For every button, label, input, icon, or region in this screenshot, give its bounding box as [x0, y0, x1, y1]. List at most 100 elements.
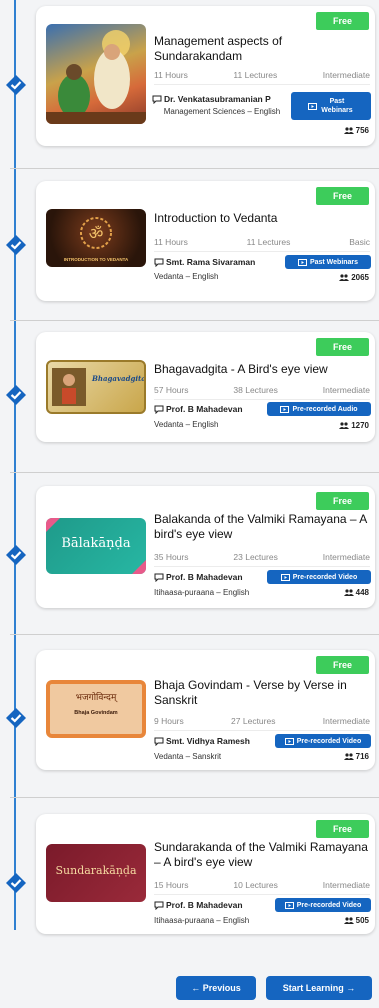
users-icon [339, 274, 350, 281]
check-icon [6, 873, 26, 893]
level: Basic [349, 237, 370, 247]
course-thumbnail: Bhagavadgita [46, 360, 146, 414]
timeline-line [14, 0, 16, 930]
author: Smt. Vidhya Ramesh [154, 736, 250, 746]
category: Itihaasa-puraana – English [154, 916, 250, 925]
category: Itihaasa-puraana – English [154, 588, 250, 597]
course-type-button[interactable]: Pre-recorded Video [275, 734, 371, 748]
chat-icon [154, 573, 164, 582]
course-meta: 11 Hours 11 Lectures Intermediate [154, 70, 370, 85]
level: Intermediate [322, 716, 370, 726]
lectures: 11 Lectures [233, 70, 278, 80]
free-badge: Free [315, 492, 369, 510]
course-thumbnail: भजगोविन्दम् Bhaja Govindam [46, 680, 146, 738]
divider [10, 320, 379, 321]
divider [10, 634, 379, 635]
course-card[interactable]: Sundarakāṇḍa Free Sundarakanda of the Va… [36, 814, 375, 934]
start-learning-button[interactable]: Start Learning → [266, 976, 372, 1000]
course-title[interactable]: Bhaja Govindam - Verse by Verse in Sansk… [154, 678, 370, 708]
author: Prof. B Mahadevan [154, 572, 243, 582]
users-icon [343, 589, 354, 596]
course-type-button[interactable]: Past Webinars [291, 92, 371, 120]
category: Vedanta – English [154, 272, 219, 281]
course-type-button[interactable]: Pre-recorded Video [267, 570, 371, 584]
author-name: Dr. Venkatasubramanian P [164, 94, 271, 104]
course-card[interactable]: Free Management aspects of Sundarakandam… [36, 6, 375, 146]
free-badge: Free [315, 656, 369, 674]
video-icon [280, 573, 290, 581]
course-meta: 9 Hours 27 Lectures Intermediate [154, 716, 370, 731]
users-icon [343, 753, 354, 760]
enrolled-count: 448 [343, 588, 369, 597]
level: Intermediate [322, 70, 370, 80]
course-meta: 11 Hours 11 Lectures Basic [154, 237, 370, 252]
thumbnail-caption: INTRODUCTION TO VEDANTA [63, 257, 129, 262]
author: Dr. Venkatasubramanian P [152, 94, 271, 104]
lectures: 27 Lectures [231, 716, 276, 726]
author-name: Prof. B Mahadevan [166, 900, 243, 910]
course-card[interactable]: Bhagavadgita Free Bhagavadgita - A Bird'… [36, 332, 375, 442]
course-type-button[interactable]: Pre-recorded Video [275, 898, 371, 912]
author-name: Smt. Vidhya Ramesh [166, 736, 250, 746]
thumbnail-caption: Sundarakāṇḍa [55, 864, 137, 877]
hours: 11 Hours [154, 237, 188, 247]
course-card[interactable]: ॐ INTRODUCTION TO VEDANTA Free Introduct… [36, 181, 375, 301]
hours: 11 Hours [154, 70, 188, 80]
course-title[interactable]: Management aspects of Sundarakandam [154, 34, 370, 64]
course-type-button[interactable]: Pre-recorded Audio [267, 402, 371, 416]
users-icon [339, 422, 350, 429]
enrolled-count: 756 [343, 126, 369, 135]
divider [10, 472, 379, 473]
enrolled-count: 716 [343, 752, 369, 761]
thumbnail-caption: Bālakāṇḍa [61, 536, 131, 551]
author-name: Prof. B Mahadevan [166, 404, 243, 414]
course-card[interactable]: Bālakāṇḍa Free Balakanda of the Valmiki … [36, 486, 375, 608]
course-meta: 57 Hours 38 Lectures Intermediate [154, 385, 370, 400]
level: Intermediate [322, 880, 370, 890]
check-icon [6, 708, 26, 728]
course-title[interactable]: Bhagavadgita - A Bird's eye view [154, 362, 370, 377]
hours: 35 Hours [154, 552, 189, 562]
thumbnail-caption: भजगोविन्दम् [75, 693, 117, 703]
lectures: 11 Lectures [246, 237, 291, 247]
divider [10, 797, 379, 798]
level: Intermediate [322, 385, 370, 395]
free-badge: Free [315, 187, 369, 205]
check-icon [6, 385, 26, 405]
author: Prof. B Mahadevan [154, 900, 243, 910]
enrolled-count: 2065 [339, 273, 369, 282]
chat-icon [154, 405, 164, 414]
course-type-button[interactable]: Past Webinars [285, 255, 371, 269]
chat-icon [152, 95, 162, 104]
users-icon [343, 127, 354, 134]
hours: 9 Hours [154, 716, 184, 726]
author: Prof. B Mahadevan [154, 404, 243, 414]
course-title[interactable]: Introduction to Vedanta [154, 211, 370, 226]
lectures: 10 Lectures [233, 880, 278, 890]
free-badge: Free [315, 338, 369, 356]
previous-button[interactable]: ← Previous [176, 976, 256, 1000]
video-icon [284, 901, 294, 909]
author: Smt. Rama Sivaraman [154, 257, 255, 267]
free-badge: Free [315, 820, 369, 838]
author-name: Smt. Rama Sivaraman [166, 257, 256, 267]
course-title[interactable]: Sundarakanda of the Valmiki Ramayana – A… [154, 840, 370, 870]
course-card[interactable]: भजगोविन्दम् Bhaja Govindam Free Bhaja Go… [36, 650, 375, 770]
category: Vedanta – English [154, 420, 219, 429]
check-icon [6, 235, 26, 255]
users-icon [343, 917, 354, 924]
category: Vedanta – Sanskrit [154, 752, 222, 761]
divider [10, 168, 379, 169]
author-name: Prof. B Mahadevan [166, 572, 243, 582]
free-badge: Free [315, 12, 369, 30]
course-title[interactable]: Balakanda of the Valmiki Ramayana – A bi… [154, 512, 370, 542]
enrolled-count: 1270 [339, 421, 369, 430]
svg-text:ॐ: ॐ [89, 224, 104, 243]
course-meta: 35 Hours 23 Lectures Intermediate [154, 552, 370, 567]
course-thumbnail: Sundarakāṇḍa [46, 844, 146, 902]
check-icon [6, 545, 26, 565]
video-icon [308, 102, 317, 110]
video-icon [297, 258, 307, 266]
check-icon [6, 75, 26, 95]
course-meta: 15 Hours 10 Lectures Intermediate [154, 880, 370, 895]
